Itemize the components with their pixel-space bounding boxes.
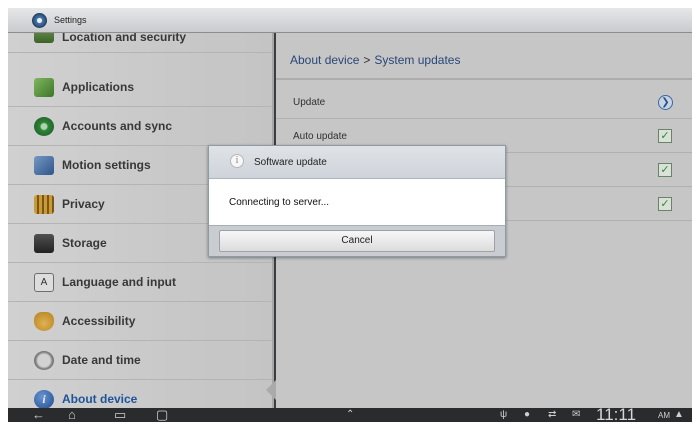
chevron-up-icon[interactable]: ⌃ [346,408,354,422]
mail-icon: ✉ [572,409,581,420]
wifi-battery-icon: ▲ [674,409,684,420]
clock-ampm: AM [658,411,670,420]
info-icon: i [230,154,244,168]
settings-icon [32,13,47,28]
back-icon[interactable]: ← [32,408,45,422]
dialog-title: Software update [254,157,327,168]
clock-time: 11:11 [596,405,637,422]
usb-icon: ψ [500,409,508,420]
dialog-footer: Cancel [209,225,505,256]
dialog-header: i Software update [209,146,505,179]
recent-apps-icon[interactable]: ▭ [114,408,126,422]
title-bar: Settings [8,8,692,33]
home-icon[interactable]: ⌂ [68,408,76,422]
sync-icon: ⇄ [548,409,557,420]
screenshot-icon[interactable]: ▢ [156,408,168,422]
cancel-button[interactable]: Cancel [219,230,495,252]
tablet-screen: Settings Location and security Applicati… [8,8,692,422]
android-debug-icon: ● [524,409,531,420]
dialog-message: Connecting to server... [229,197,330,208]
software-update-dialog: i Software update Connecting to server..… [208,145,506,257]
app-title: Settings [54,15,87,25]
system-bar: ← ⌂ ▭ ▢ ⌃ ψ ● ⇄ ✉ 11:11 AM ▲ [8,405,692,422]
